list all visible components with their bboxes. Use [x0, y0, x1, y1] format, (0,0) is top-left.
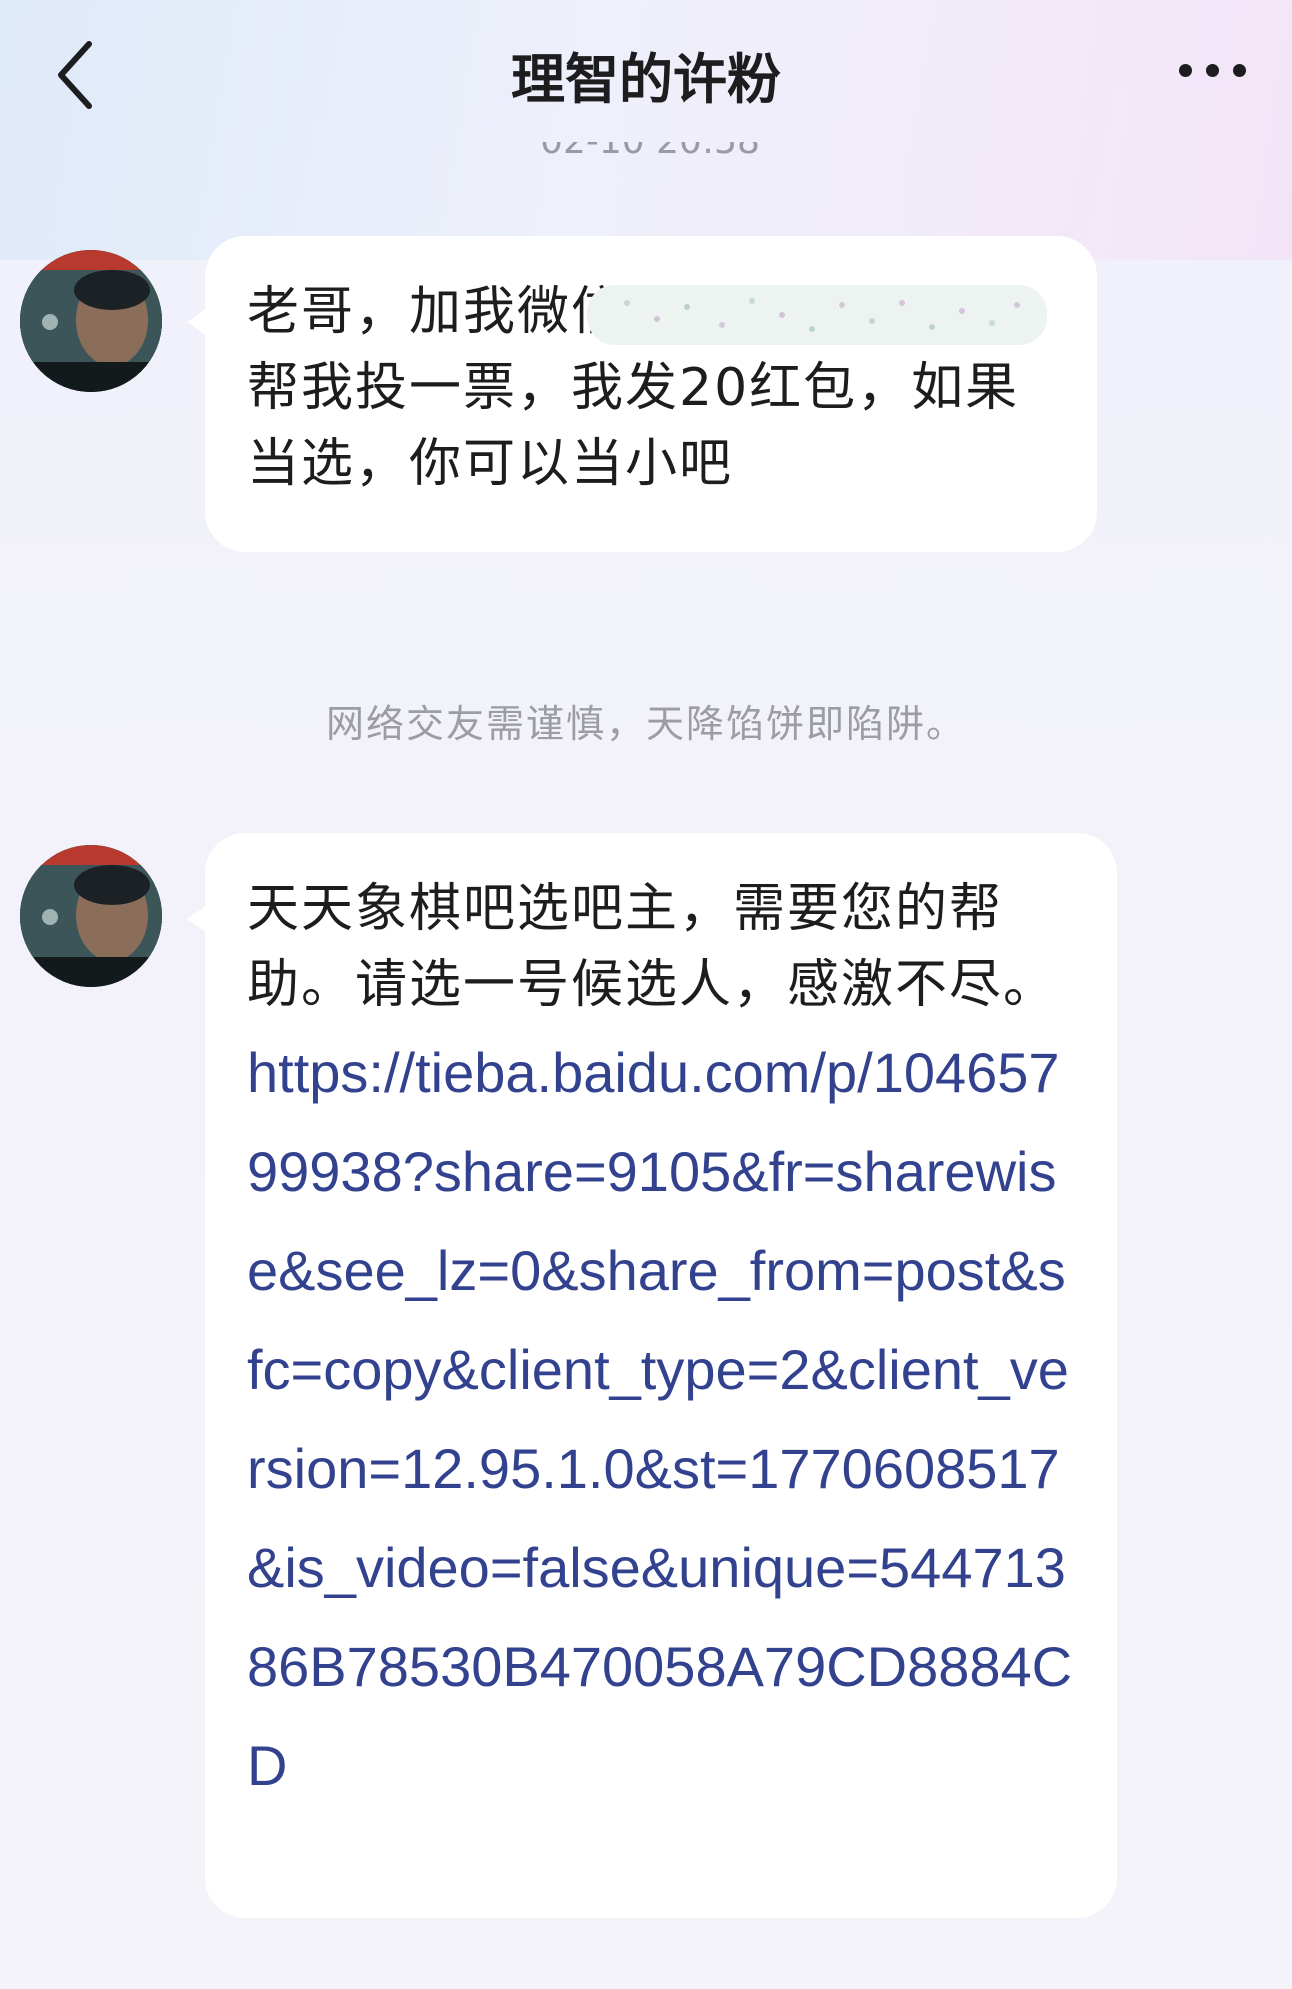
avatar-image	[20, 845, 162, 987]
sender-avatar[interactable]	[20, 250, 162, 392]
timestamp-container: 02-10 20:58	[500, 142, 800, 164]
shared-post-link[interactable]: https://tieba.baidu.com/p/10465799938?sh…	[247, 1041, 1072, 1797]
more-dot	[1232, 63, 1246, 77]
message-bubble[interactable]: 老哥，加我微信461 帮我投一票，我发20红包，如果当选，你可以当小吧	[187, 236, 1097, 552]
message-text-rest: 帮我投一票，我发20红包，如果当选，你可以当小吧	[247, 358, 1020, 494]
avatar-image	[20, 250, 162, 392]
more-dot	[1205, 63, 1219, 77]
redaction-mosaic	[587, 285, 1047, 345]
chevron-left-icon	[58, 41, 92, 109]
message-text-prefix: 天天象棋吧选吧主，需要您的帮助。请选一号候选人，感激不尽。	[247, 879, 1058, 1015]
message-bubble[interactable]: 天天象棋吧选吧主，需要您的帮助。请选一号候选人，感激不尽。 https://tie…	[187, 833, 1117, 1918]
mosaic-pattern	[587, 285, 1047, 345]
message-text: 天天象棋吧选吧主，需要您的帮助。请选一号候选人，感激不尽。 https://tie…	[247, 871, 1081, 1815]
chat-title: 理智的许粉	[511, 48, 781, 111]
back-button[interactable]	[40, 30, 110, 120]
sender-avatar[interactable]	[20, 845, 162, 987]
message-timestamp: 02-10 20:58	[500, 142, 800, 162]
more-button[interactable]	[1162, 40, 1262, 100]
safety-warning: 网络交友需谨慎，天降馅饼即陷阱。	[325, 702, 966, 746]
more-dots-icon	[1178, 63, 1192, 77]
chat-header: 理智的许粉	[0, 0, 1292, 160]
